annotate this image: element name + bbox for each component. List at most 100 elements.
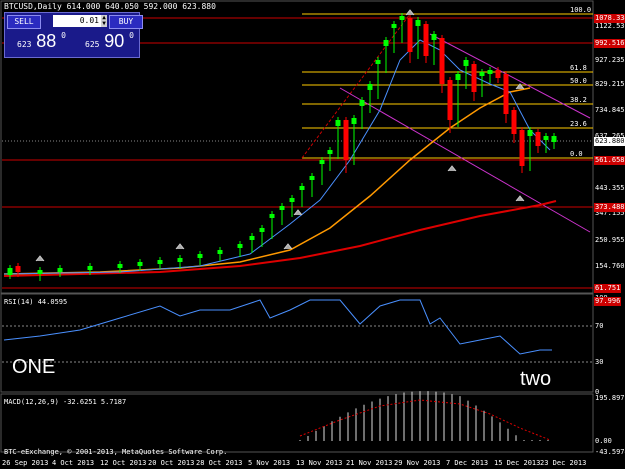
candle-body: [391, 24, 397, 28]
date-tick-label: 4 Oct 2013: [52, 459, 95, 467]
candle-body: [399, 16, 405, 20]
candle-body: [511, 110, 517, 134]
price-level-tag: 992.516: [594, 39, 625, 48]
price-tick-label: 443.355: [595, 184, 625, 192]
fractal-arrow-icon: [293, 209, 303, 216]
chart-title: BTCUSD,Daily 614.000 640.050 592.000 623…: [4, 2, 216, 11]
candle-body: [157, 260, 163, 264]
one-click-trading-panel: SELL 0.01 ▲ ▼ BUY 623 88 0 625 90 0: [4, 12, 143, 58]
fractal-arrow-icon: [405, 9, 415, 16]
date-tick-label: 28 Oct 2013: [196, 459, 243, 467]
candle-body: [37, 270, 43, 274]
fractal-arrow-icon: [175, 243, 185, 250]
candle-body: [309, 176, 315, 180]
buy-price[interactable]: 625 90 0: [85, 31, 134, 53]
candle-body: [343, 120, 349, 160]
candle-body: [447, 80, 453, 120]
candle-body: [471, 64, 477, 92]
moving-average-slow: [3, 200, 557, 277]
sell-price-sup: 0: [61, 31, 66, 40]
rsi-label: RSI(14) 44.0595: [4, 298, 68, 306]
spinner-down-icon[interactable]: ▼: [101, 21, 107, 27]
rsi-pane-frame: [0, 293, 594, 393]
lot-spinner[interactable]: ▲ ▼: [101, 15, 107, 27]
candle-body: [463, 60, 469, 66]
macd-tick-label: -43.5974: [595, 448, 625, 456]
copyright-text: BTC-eExchange, © 2001-2013, MetaQuotes S…: [4, 448, 228, 456]
rsi-line: [3, 299, 552, 355]
candle-body: [335, 120, 341, 126]
date-tick-label: 13 Nov 2013: [296, 459, 343, 467]
date-tick-label: 21 Nov 2013: [346, 459, 393, 467]
candle-body: [237, 244, 243, 248]
candle-body: [289, 198, 295, 202]
fractal-arrow-icon: [283, 243, 293, 250]
candle-body: [503, 74, 509, 114]
channel-upper-line: [429, 33, 591, 119]
price-level-tag: 561.658: [594, 156, 625, 165]
date-tick-label: 7 Dec 2013: [446, 459, 489, 467]
macd-signal-line: [299, 399, 551, 441]
candle-body: [117, 264, 123, 268]
candle-body: [299, 186, 305, 190]
candle-body: [279, 206, 285, 210]
candle-body: [479, 72, 485, 76]
candle-body: [383, 40, 389, 46]
sell-price-main: 88: [36, 31, 57, 51]
candle-body: [551, 136, 557, 142]
candle-body: [269, 214, 275, 218]
candle-body: [423, 24, 429, 56]
candle-body: [543, 136, 549, 140]
rsi-tick-label: 30: [595, 358, 604, 366]
date-tick-label: 26 Sep 2013: [2, 459, 49, 467]
sell-price[interactable]: 623 88 0: [17, 31, 66, 53]
price-level-tag: 1078.334: [594, 14, 625, 23]
candle-body: [327, 150, 333, 154]
price-tick-label: 829.215: [595, 80, 625, 88]
annotation-two: two: [520, 368, 552, 390]
fractal-arrow-icon: [35, 255, 45, 262]
rsi-tick-label: 70: [595, 322, 604, 330]
fib-level-label: 0.0: [570, 150, 583, 158]
candle-body: [197, 254, 203, 258]
price-tick-label: 250.955: [595, 236, 625, 244]
candle-body: [407, 18, 413, 52]
current-price-tag: 623.880: [594, 137, 625, 146]
price-level-tag: 373.488: [594, 203, 625, 212]
buy-price-prefix: 625: [85, 40, 100, 49]
candle-body: [249, 236, 255, 240]
sell-price-prefix: 623: [17, 40, 32, 49]
chart-window[interactable]: BTCUSD,Daily 614.000 640.050 592.000 623…: [0, 0, 625, 469]
candle-body: [259, 228, 265, 232]
date-tick-label: 12 Oct 2013: [100, 459, 147, 467]
candle-body: [137, 262, 143, 266]
candle-body: [455, 74, 461, 80]
candle-body: [495, 70, 501, 78]
candle-body: [359, 100, 365, 106]
price-tick-label: 734.845: [595, 106, 625, 114]
date-tick-label: 15 Dec 2013: [494, 459, 541, 467]
fib-level-label: 61.8: [570, 64, 587, 72]
buy-button[interactable]: BUY: [109, 15, 143, 29]
fractal-arrow-icon: [515, 195, 525, 202]
candle-body: [431, 34, 437, 40]
price-tick-label: 1122.530: [595, 22, 625, 30]
sell-button[interactable]: SELL: [7, 15, 41, 29]
fib-level-label: 50.0: [570, 77, 587, 85]
date-tick-label: 23 Dec 2013: [540, 459, 587, 467]
buy-price-main: 90: [104, 31, 125, 51]
candle-body: [7, 268, 13, 275]
candle-body: [177, 258, 183, 262]
lot-size-input[interactable]: 0.01: [53, 15, 101, 27]
fractal-arrow-icon: [447, 165, 457, 172]
candle-body: [15, 266, 21, 272]
buy-price-sup: 0: [129, 31, 134, 40]
price-tick-label: 927.235: [595, 56, 625, 64]
macd-tick-label: 195.8973: [595, 394, 625, 402]
annotation-one: ONE: [12, 356, 56, 378]
candle-body: [415, 20, 421, 26]
candle-body: [57, 268, 63, 272]
candle-body: [375, 60, 381, 64]
date-tick-label: 5 Nov 2013: [248, 459, 291, 467]
moving-average-fast: [3, 39, 551, 275]
